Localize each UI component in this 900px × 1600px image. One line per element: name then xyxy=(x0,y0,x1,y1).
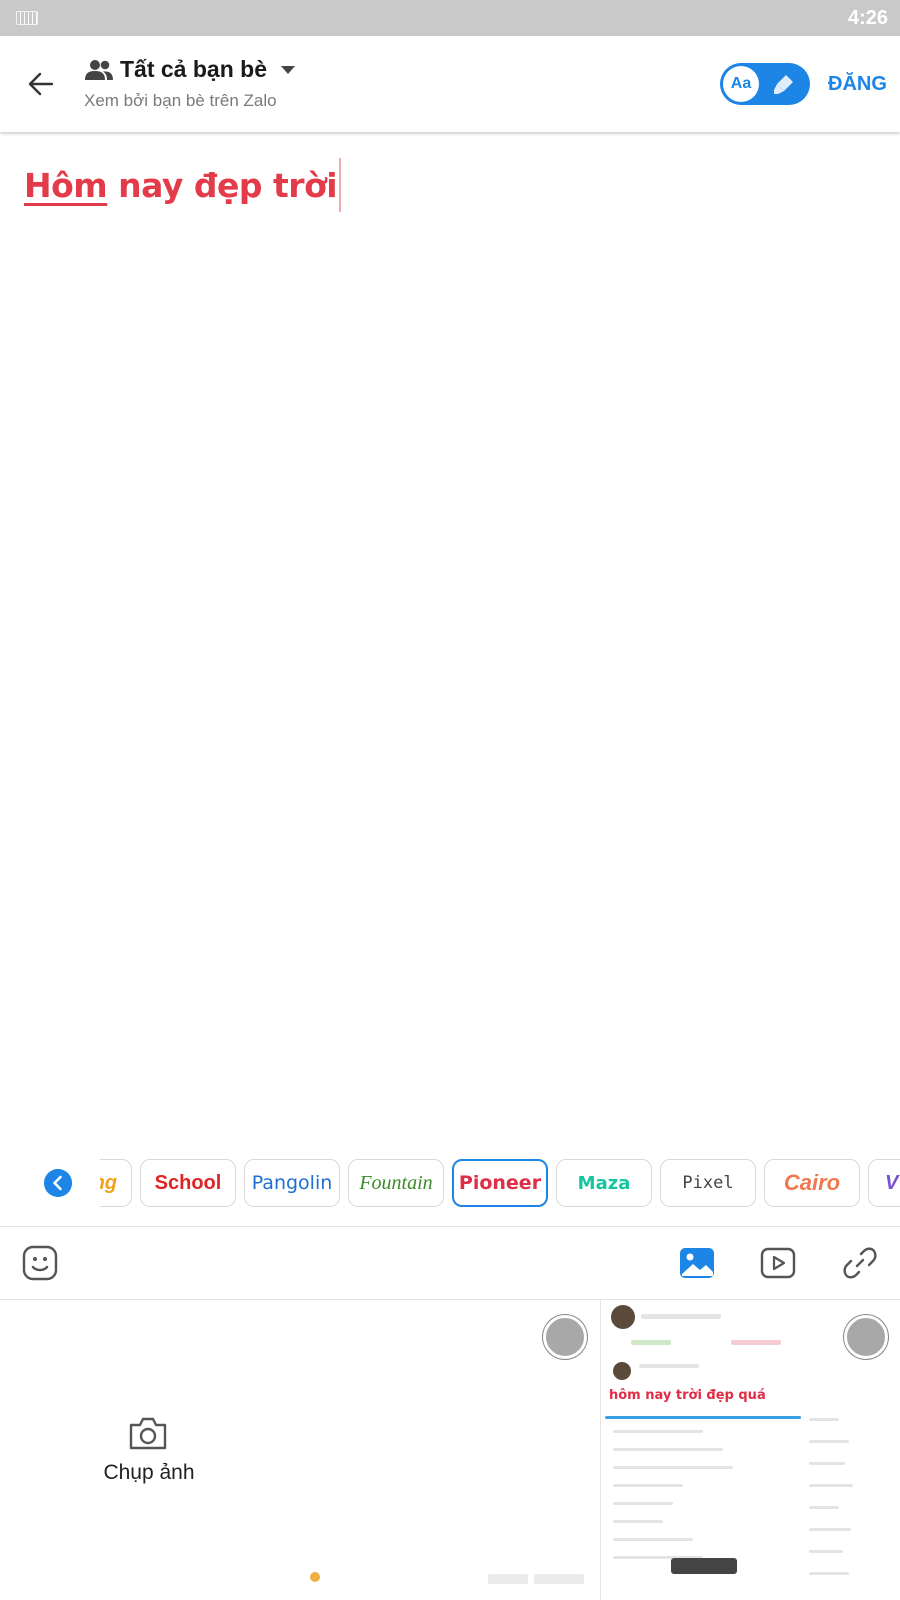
media-gallery: Chụp ảnh hôm nay trời đẹp quá xyxy=(0,1300,900,1600)
thumbnail-detail xyxy=(613,1538,693,1541)
font-chip-selected[interactable]: Pioneer xyxy=(452,1159,548,1207)
select-circle[interactable] xyxy=(543,1315,587,1359)
friends-icon xyxy=(85,59,113,80)
post-text-underlined-word: Hôm xyxy=(24,165,108,205)
media-toolbar xyxy=(0,1227,900,1299)
thumbnail-detail xyxy=(731,1340,781,1345)
post-text-rest: nay đẹp trời xyxy=(107,165,338,205)
post-button[interactable]: ĐĂNG xyxy=(828,73,887,96)
text-mode-toggle[interactable]: Aa xyxy=(720,63,810,105)
thumbnail-heading: hôm nay trời đẹp quá xyxy=(609,1388,766,1403)
font-chip[interactable]: Fountain xyxy=(348,1159,444,1207)
gallery-thumbnail[interactable]: hôm nay trời đẹp quá xyxy=(600,1300,900,1600)
thumbnail-detail xyxy=(613,1502,673,1505)
thumbnail-detail xyxy=(534,1574,584,1584)
thumbnail-detail xyxy=(613,1484,683,1487)
brush-icon xyxy=(774,75,793,94)
video-icon[interactable] xyxy=(758,1243,798,1283)
image-icon[interactable] xyxy=(677,1243,717,1283)
toggle-knob-aa: Aa xyxy=(723,66,759,102)
thumbnail-detail xyxy=(809,1528,851,1531)
thumbnail-detail xyxy=(613,1448,723,1451)
chevron-left-icon[interactable] xyxy=(44,1169,72,1197)
thumbnail-detail xyxy=(809,1418,839,1421)
back-arrow-icon[interactable] xyxy=(22,64,62,104)
thumbnail-detail xyxy=(631,1340,671,1345)
font-picker: ng School Pangolin Fountain Pioneer Maza… xyxy=(0,1155,900,1211)
post-text-editor[interactable]: Hôm nay đẹp trời xyxy=(24,158,342,212)
camera-icon xyxy=(129,1417,167,1450)
audience-subtitle: Xem bởi bạn bè trên Zalo xyxy=(84,91,277,110)
thumbnail-detail xyxy=(809,1506,839,1509)
thumbnail-detail xyxy=(809,1572,849,1575)
audience-title: Tất cả bạn bè xyxy=(120,56,267,82)
font-chip[interactable]: Cairo xyxy=(764,1159,860,1207)
thumbnail-detail xyxy=(671,1558,737,1574)
text-cursor xyxy=(339,158,342,212)
post-text: Hôm nay đẹp trời xyxy=(24,165,338,205)
thumbnail-detail xyxy=(809,1484,853,1487)
thumbnail-detail xyxy=(809,1462,845,1465)
gallery-thumbnail[interactable] xyxy=(298,1300,598,1600)
thumbnail-detail xyxy=(613,1430,703,1433)
thumbnail-detail xyxy=(605,1416,801,1419)
keyboard-icon xyxy=(16,11,38,25)
font-chip[interactable]: Pixel xyxy=(660,1159,756,1207)
composer-header: Tất cả bạn bè Xem bởi bạn bè trên Zalo A… xyxy=(0,36,900,132)
select-circle[interactable] xyxy=(844,1315,888,1359)
thumbnail-detail xyxy=(641,1314,721,1319)
thumbnail-detail xyxy=(310,1572,320,1582)
thumbnail-detail xyxy=(613,1362,631,1380)
font-chip[interactable]: V xyxy=(868,1159,900,1207)
font-chip[interactable]: Pangolin xyxy=(244,1159,340,1207)
status-time: 4:26 xyxy=(847,7,888,29)
thumbnail-detail xyxy=(639,1364,699,1368)
font-chip[interactable]: School xyxy=(140,1159,236,1207)
font-chip-strip: ng School Pangolin Fountain Pioneer Maza… xyxy=(100,1159,900,1209)
emoji-icon[interactable] xyxy=(20,1243,60,1283)
audience-selector[interactable]: Tất cả bạn bè xyxy=(84,56,295,83)
camera-label: Chụp ảnh xyxy=(103,1461,195,1484)
status-bar: 4:26 xyxy=(0,0,900,36)
thumbnail-detail xyxy=(809,1440,849,1443)
font-chip[interactable]: Maza xyxy=(556,1159,652,1207)
link-icon[interactable] xyxy=(840,1243,880,1283)
font-chip[interactable]: ng xyxy=(100,1159,132,1207)
thumbnail-detail xyxy=(488,1574,528,1584)
caret-down-icon xyxy=(280,65,295,74)
thumbnail-detail xyxy=(613,1466,733,1469)
thumbnail-detail xyxy=(809,1550,843,1553)
thumbnail-detail xyxy=(611,1305,635,1329)
thumbnail-detail xyxy=(613,1520,663,1523)
camera-tile[interactable]: Chụp ảnh xyxy=(0,1300,298,1600)
